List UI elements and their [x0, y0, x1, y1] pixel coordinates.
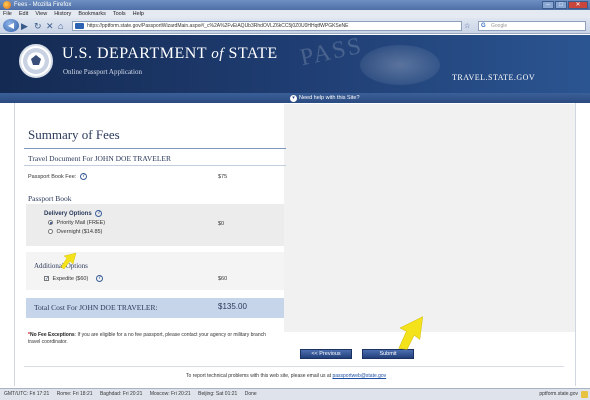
divider — [24, 165, 286, 166]
delivery-options-label: Delivery Options ? — [44, 210, 103, 218]
priority-mail-option[interactable]: Priority Mail (FREE) — [48, 220, 105, 226]
menu-help[interactable]: Help — [133, 10, 144, 18]
help-icon[interactable]: ? — [95, 275, 103, 282]
info-icon: ▾ — [290, 95, 297, 102]
department-seal-icon — [19, 44, 53, 78]
menu-history[interactable]: History — [54, 10, 71, 18]
window-title: Fees - Mozilla Firefox — [14, 2, 72, 8]
passport-book-heading: Passport Book — [28, 194, 72, 203]
overnight-option[interactable]: Overnight ($14.85) — [48, 229, 102, 235]
delivery-label-text: Delivery Options — [44, 211, 92, 218]
status-done: Done — [244, 391, 257, 397]
total-cost-label: Total Cost For JOHN DOE TRAVELER: — [34, 303, 158, 312]
expedite-option[interactable]: ✓ Expedite ($60) ? — [44, 275, 103, 282]
expedite-label: Expedite ($60) — [52, 275, 89, 282]
support-email-link[interactable]: passportweb@state.gov — [332, 373, 386, 379]
site-favicon-icon — [75, 23, 84, 29]
eagle-graphic-icon — [360, 45, 440, 85]
radio-selected[interactable] — [48, 220, 53, 226]
maximize-button[interactable]: □ — [555, 1, 567, 9]
application-subtitle: Online Passport Application — [63, 68, 142, 76]
site-header: U.S. DEPARTMENT of STATE Online Passport… — [0, 35, 590, 93]
dept-of: of — [211, 46, 224, 62]
no-fee-note: *No Fee Exceptions: If you are eligible … — [28, 332, 278, 346]
footer-text: To report technical problems with this w… — [186, 373, 332, 379]
overnight-label: Overnight ($14.85) — [56, 229, 103, 235]
status-bar: GMT/UTC: Fri 17:21 Rome: Fri 18:21 Baghd… — [0, 388, 590, 400]
travel-state-gov-logo[interactable]: TRAVEL.STATE.GOV — [452, 73, 535, 82]
url-bar[interactable]: https://pptform.state.gov/PassportWizard… — [72, 21, 462, 31]
close-button[interactable]: ✕ — [568, 1, 588, 9]
clock-rome: Rome: Fri 18:21 — [56, 391, 93, 397]
total-cost-value: $135.00 — [218, 302, 247, 311]
menu-bookmarks[interactable]: Bookmarks — [78, 10, 106, 18]
highlight-arrow-icon — [60, 252, 77, 270]
status-domain: pptform.state.gov — [539, 391, 578, 397]
menu-tools[interactable]: Tools — [113, 10, 126, 18]
dept-main: U.S. DEPARTMENT — [62, 45, 207, 62]
help-bar: ▾ Need help with this Site? — [0, 93, 590, 103]
search-placeholder: Google — [491, 23, 508, 29]
url-text: https://pptform.state.gov/PassportWizard… — [87, 23, 349, 29]
priority-mail-value: $0 — [218, 221, 225, 227]
help-link[interactable]: ▾ Need help with this Site? — [290, 94, 360, 102]
help-icon[interactable]: ? — [79, 173, 87, 180]
total-cost-bar: Total Cost For JOHN DOE TRAVELER: $135.0… — [26, 298, 284, 318]
search-input[interactable]: G Google — [478, 21, 586, 31]
help-icon[interactable]: ? — [95, 210, 103, 217]
menu-file[interactable]: File — [3, 10, 12, 18]
footer-contact: To report technical problems with this w… — [186, 373, 386, 379]
firefox-icon — [3, 1, 11, 9]
navigation-toolbar: ◀ ▶ ↻ ✕ ⌂ https://pptform.state.gov/Pass… — [0, 18, 590, 34]
expedite-value: $60 — [218, 276, 228, 282]
forward-arrow-icon[interactable]: ▶ — [21, 20, 28, 32]
passport-fee-value: $75 — [218, 174, 228, 180]
page-title: Summary of Fees — [28, 127, 120, 142]
bookmark-star-icon[interactable]: ☆ — [464, 20, 470, 32]
home-icon[interactable]: ⌂ — [58, 20, 63, 32]
travel-document-heading: Travel Document For JOHN DOE TRAVELER — [28, 154, 171, 163]
passport-fee-label: Passport Book Fee: — [28, 173, 77, 180]
google-icon: G — [481, 23, 486, 29]
department-title: U.S. DEPARTMENT of STATE — [62, 45, 278, 63]
checkbox-checked[interactable]: ✓ — [44, 276, 49, 282]
back-arrow-icon[interactable]: ◀ — [3, 19, 19, 32]
highlight-arrow-icon — [398, 316, 424, 350]
clock-baghdad: Baghdad: Fri 20:21 — [99, 391, 143, 397]
window-titlebar: Fees - Mozilla Firefox – □ ✕ — [0, 0, 590, 10]
stop-icon[interactable]: ✕ — [46, 20, 54, 32]
priority-mail-label: Priority Mail (FREE) — [56, 220, 106, 226]
radio-unselected[interactable] — [48, 229, 53, 235]
clock-moscow: Moscow: Fri 20:21 — [149, 391, 191, 397]
help-link-text: Need help with this Site? — [299, 95, 360, 101]
menu-bar: File Edit View History Bookmarks Tools H… — [0, 10, 590, 18]
menu-edit[interactable]: Edit — [19, 10, 28, 18]
menu-view[interactable]: View — [35, 10, 47, 18]
footer-divider — [24, 366, 564, 367]
clock-gmt: GMT/UTC: Fri 17:21 — [4, 391, 50, 397]
submit-button[interactable]: Submit — [362, 349, 414, 359]
right-column — [284, 104, 575, 332]
previous-button[interactable]: << Previous — [300, 349, 352, 359]
passport-watermark: PASS — [297, 35, 366, 72]
minimize-button[interactable]: – — [542, 1, 554, 9]
dept-state: STATE — [228, 45, 278, 62]
world-clocks: GMT/UTC: Fri 17:21 Rome: Fri 18:21 Baghd… — [4, 389, 263, 400]
note-bold: No Fee Exceptions — [29, 332, 75, 338]
reload-icon[interactable]: ↻ — [34, 20, 42, 32]
lock-icon — [581, 391, 588, 398]
title-divider — [24, 148, 286, 149]
window-controls: – □ ✕ — [542, 1, 588, 9]
clock-beijing: Beijing: Sat 01:21 — [198, 391, 238, 397]
passport-fee-row: Passport Book Fee: ? — [28, 173, 87, 180]
